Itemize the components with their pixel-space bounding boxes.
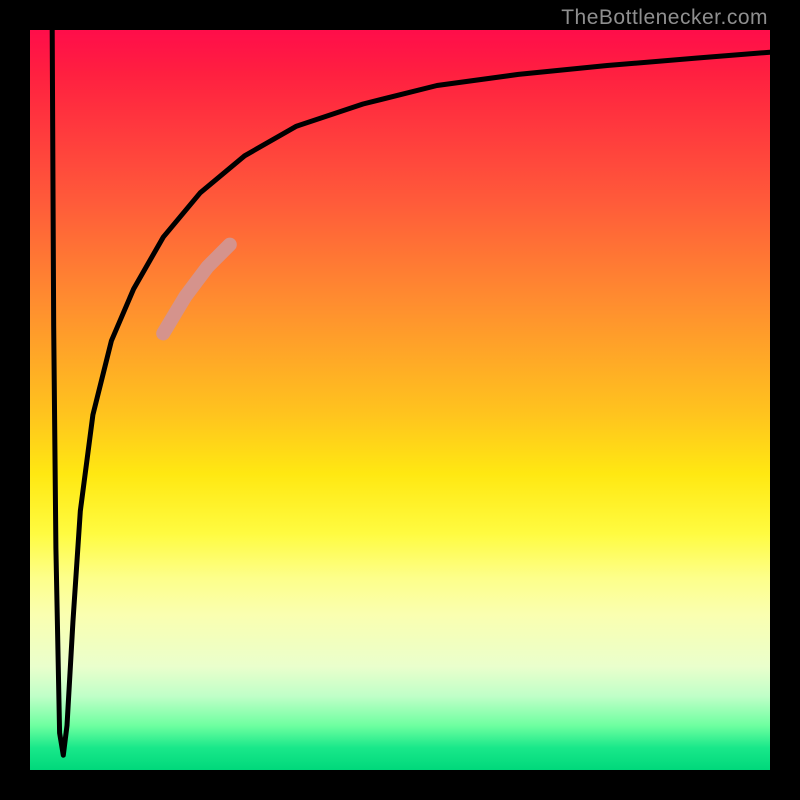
watermark-text: TheBottlenecker.com — [561, 6, 768, 30]
plot-area — [30, 30, 770, 770]
bottleneck-curve — [52, 30, 770, 755]
curve-layer — [30, 30, 770, 770]
bottleneck-chart: TheBottlenecker.com — [0, 0, 800, 800]
highlight-segment — [163, 245, 230, 334]
